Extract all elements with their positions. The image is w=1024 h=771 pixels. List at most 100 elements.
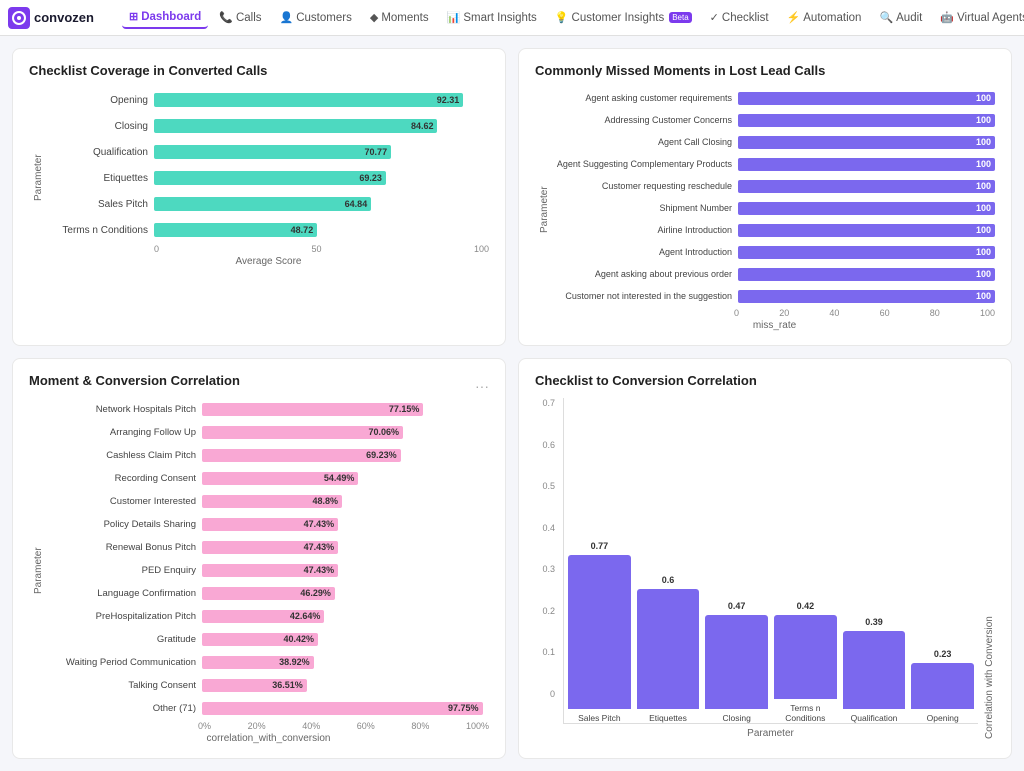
moment-bar-row: Arranging Follow Up70.06% <box>48 421 489 443</box>
nav-calls-label: Calls <box>236 12 262 24</box>
v-bar: 0.39 <box>843 631 906 709</box>
missed-x-ticks: 0 20 40 60 80 100 <box>734 308 995 318</box>
moment-correlation-card: Moment & Conversion Correlation ··· Para… <box>12 358 506 759</box>
checklist-param-label: Parameter <box>29 88 44 267</box>
missed-bar-row: Airline Introduction100 <box>554 220 995 240</box>
checklist-bar-row: Sales Pitch64.84 <box>48 192 489 216</box>
moment-bar-row: Customer Interested48.8% <box>48 490 489 512</box>
v-bar-col: 0.23 Opening <box>911 663 974 723</box>
checklist-bar-row: Closing84.62 <box>48 114 489 138</box>
moment-bar-row: Waiting Period Communication38.92% <box>48 651 489 673</box>
nav-audit-label: Audit <box>896 12 922 24</box>
v-bar-label: Closing <box>723 713 751 723</box>
customer-insights-icon: 💡 <box>555 11 569 24</box>
moment-bar-row: PreHospitalization Pitch42.64% <box>48 605 489 627</box>
navbar: convozen ⊞ Dashboard 📞 Calls 👤 Customers… <box>0 0 1024 36</box>
v-bar-col: 0.77Sales Pitch <box>568 555 631 723</box>
nav-virtual-agents-label: Virtual Agents <box>957 12 1024 24</box>
nav-moments-label: Moments <box>381 12 428 24</box>
v-bar-value: 0.23 <box>934 649 952 659</box>
missed-x-label: miss_rate <box>554 320 995 331</box>
v-bar-label: Etiquettes <box>649 713 687 723</box>
nav-smart-insights[interactable]: 📊 Smart Insights <box>440 7 544 28</box>
virtual-agents-icon: 🤖 <box>940 11 954 24</box>
checklist-bar-row: Opening92.31 <box>48 88 489 112</box>
missed-bar-row: Agent asking about previous order100 <box>554 264 995 284</box>
checklist-coverage-title: Checklist Coverage in Converted Calls <box>29 63 489 78</box>
moment-bars-container: Network Hospitals Pitch77.15%Arranging F… <box>48 398 489 719</box>
v-bar-value: 0.39 <box>865 617 883 627</box>
missed-bar-row: Addressing Customer Concerns100 <box>554 110 995 130</box>
smart-insights-icon: 📊 <box>447 11 461 24</box>
missed-bars-container: Agent asking customer requirements100Add… <box>554 88 995 306</box>
moment-bar-row: Other (71)97.75% <box>48 697 489 719</box>
more-options-icon[interactable]: ··· <box>475 378 489 394</box>
moment-x-ticks: 0% 20% 40% 60% 80% 100% <box>198 721 489 731</box>
v-bar-col: 0.6 Etiquettes <box>637 589 700 723</box>
nav-customer-insights-label: Customer Insights <box>572 12 665 24</box>
nav-checklist[interactable]: ✓ Checklist <box>703 7 776 28</box>
moments-icon: ◆ <box>370 11 378 24</box>
brand: convozen <box>8 7 94 29</box>
v-bar-col: 0.47 Closing <box>705 615 768 723</box>
v-bar-label: Qualification <box>851 713 898 723</box>
missed-bar-row: Agent Introduction100 <box>554 242 995 262</box>
calls-icon: 📞 <box>219 11 233 24</box>
moment-x-label: correlation_with_conversion <box>48 733 489 744</box>
missed-moments-title: Commonly Missed Moments in Lost Lead Cal… <box>535 63 995 78</box>
nav-virtual-agents[interactable]: 🤖 Virtual Agents <box>933 7 1024 28</box>
moment-bar-row: Cashless Claim Pitch69.23% <box>48 444 489 466</box>
moment-bar-row: Talking Consent36.51% <box>48 674 489 696</box>
moment-bar-row: Network Hospitals Pitch77.15% <box>48 398 489 420</box>
customers-icon: 👤 <box>280 11 294 24</box>
v-bar-value: 0.47 <box>728 601 746 611</box>
v-bar: 0.23 <box>911 663 974 709</box>
checklist-coverage-card: Checklist Coverage in Converted Calls Pa… <box>12 48 506 346</box>
v-x-label: Parameter <box>563 728 978 739</box>
nav-automation[interactable]: ⚡ Automation <box>780 7 869 28</box>
missed-moments-card: Commonly Missed Moments in Lost Lead Cal… <box>518 48 1012 346</box>
brand-name: convozen <box>34 10 94 25</box>
checklist-bars-container: Opening92.31Closing84.62Qualification70.… <box>48 88 489 242</box>
nav-moments[interactable]: ◆ Moments <box>363 7 436 28</box>
checklist-bar-row: Etiquettes69.23 <box>48 166 489 190</box>
checklist-x-label: Average Score <box>48 256 489 267</box>
v-bar-label: Sales Pitch <box>578 713 621 723</box>
v-bar: 0.6 <box>637 589 700 709</box>
brand-logo <box>8 7 30 29</box>
checklist-bar-row: Qualification70.77 <box>48 140 489 164</box>
missed-bar-row: Customer not interested in the suggestio… <box>554 286 995 306</box>
v-bar-value: 0.6 <box>662 575 675 585</box>
v-bar: 0.42 <box>774 615 837 699</box>
dashboard-icon: ⊞ <box>129 10 138 23</box>
v-bar-value: 0.42 <box>797 601 815 611</box>
missed-bar-row: Shipment Number100 <box>554 198 995 218</box>
nav-audit[interactable]: 🔍 Audit <box>872 7 929 28</box>
beta-badge: Beta <box>669 12 691 23</box>
v-y-ticks: 0.7 0.6 0.5 0.4 0.3 0.2 0.1 0 <box>535 398 559 739</box>
nav-dashboard[interactable]: ⊞ Dashboard <box>122 6 208 29</box>
checklist-icon: ✓ <box>710 11 719 24</box>
nav-customer-insights[interactable]: 💡 Customer Insights Beta <box>548 7 699 28</box>
nav-dashboard-label: Dashboard <box>141 11 201 23</box>
nav-customers-label: Customers <box>296 12 352 24</box>
missed-bar-row: Agent Suggesting Complementary Products1… <box>554 154 995 174</box>
v-bar-label: Opening <box>927 713 959 723</box>
v-bar: 0.47 <box>705 615 768 709</box>
moment-bar-row: Recording Consent54.49% <box>48 467 489 489</box>
v-bar-col: 0.42Terms n Conditions <box>774 615 837 723</box>
nav-customers[interactable]: 👤 Customers <box>273 7 359 28</box>
main-content: Checklist Coverage in Converted Calls Pa… <box>0 36 1024 771</box>
moment-bar-row: Policy Details Sharing47.43% <box>48 513 489 535</box>
moment-param-label: Parameter <box>29 398 44 744</box>
nav-automation-label: Automation <box>803 12 861 24</box>
v-chart-area: 0.77Sales Pitch0.6Etiquettes0.47Closing0… <box>563 398 978 724</box>
v-bar-col: 0.39 Qualification <box>843 631 906 723</box>
missed-bar-row: Agent Call Closing100 <box>554 132 995 152</box>
checklist-correlation-title: Checklist to Conversion Correlation <box>535 373 995 388</box>
moment-bar-row: Renewal Bonus Pitch47.43% <box>48 536 489 558</box>
nav-calls[interactable]: 📞 Calls <box>212 7 268 28</box>
missed-bar-row: Customer requesting reschedule100 <box>554 176 995 196</box>
checklist-x-ticks: 0 50 100 <box>154 244 489 254</box>
automation-icon: ⚡ <box>787 11 801 24</box>
